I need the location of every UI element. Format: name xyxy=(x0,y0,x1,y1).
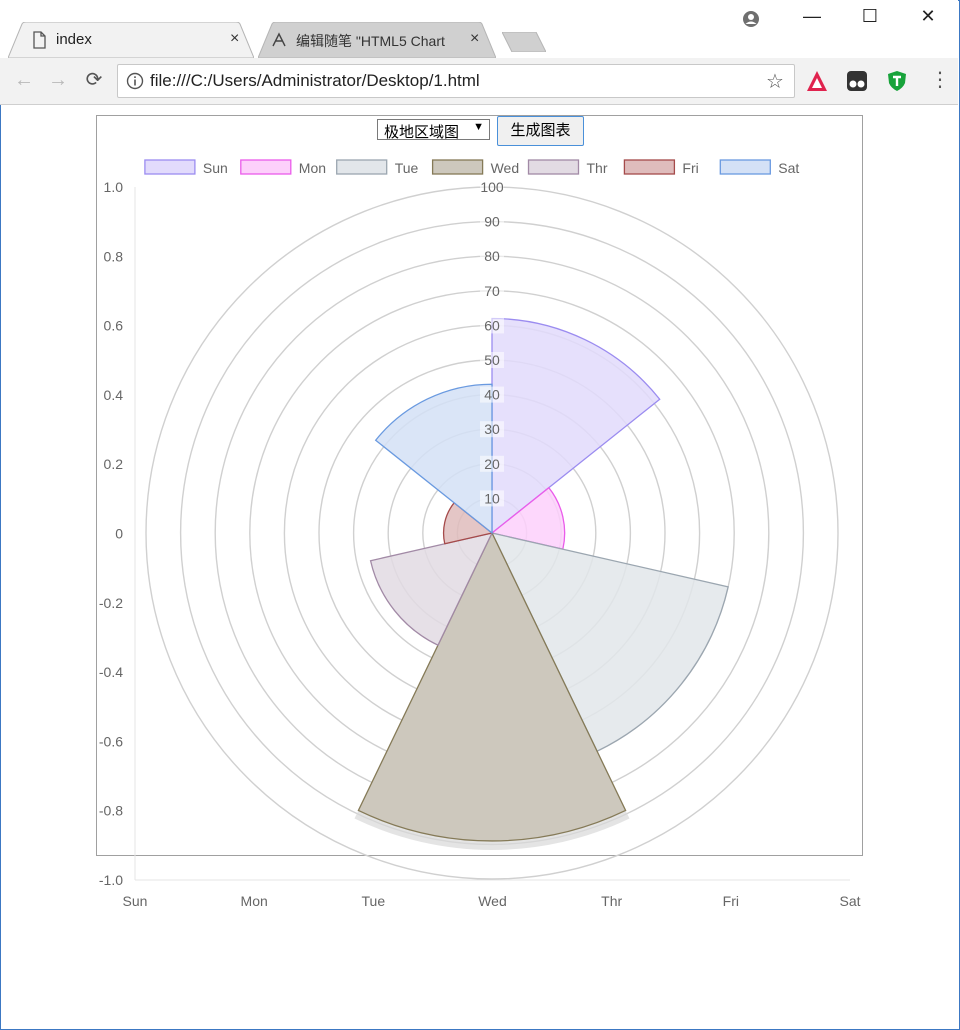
legend-swatch xyxy=(527,159,580,175)
legend-label: Tue xyxy=(395,160,419,176)
radial-tick-label: 30 xyxy=(484,421,500,437)
x-tick-label: Mon xyxy=(241,893,268,909)
radial-tick-label: 90 xyxy=(484,214,500,230)
y-tick-label: -0.2 xyxy=(99,595,123,611)
x-tick-label: Fri xyxy=(723,893,739,909)
y-tick-label: 0.6 xyxy=(104,318,124,334)
polar-area-chart: 1.00.80.60.40.20-0.2-0.4-0.6-0.8-1.0Sun M… xyxy=(99,159,861,909)
y-tick-label: 0.2 xyxy=(104,456,124,472)
y-tick-label: -0.6 xyxy=(99,733,123,749)
radial-tick-label: 10 xyxy=(484,490,500,506)
legend-label: Fri xyxy=(682,160,698,176)
radial-tick-label: 60 xyxy=(484,317,500,333)
segment-sun xyxy=(491,317,661,535)
legend-swatch xyxy=(144,159,196,175)
y-tick-label: -1.0 xyxy=(99,872,123,888)
radial-tick-label: 80 xyxy=(484,248,500,264)
legend-label: Sat xyxy=(778,160,799,176)
x-tick-label: Sat xyxy=(839,893,860,909)
legend-label: Mon xyxy=(299,160,326,176)
radial-tick-label: 20 xyxy=(484,456,500,472)
x-tick-label: Wed xyxy=(478,893,507,909)
y-tick-label: 0.8 xyxy=(104,248,124,264)
y-tick-label: 0 xyxy=(115,526,123,542)
legend-swatch xyxy=(431,159,484,175)
y-tick-label: 1.0 xyxy=(104,179,124,195)
legend-swatch xyxy=(240,159,292,175)
radial-tick-label: 50 xyxy=(484,352,500,368)
legend-label: Sun xyxy=(203,160,228,176)
y-tick-label: 0.4 xyxy=(104,387,124,403)
x-tick-label: Thr xyxy=(601,893,622,909)
legend-swatch xyxy=(719,159,771,175)
radial-tick-label: 70 xyxy=(484,283,500,299)
segment-sat xyxy=(374,383,493,535)
x-tick-label: Tue xyxy=(362,893,386,909)
radial-tick-label: 100 xyxy=(480,179,504,195)
y-tick-label: -0.4 xyxy=(99,664,123,680)
legend-swatch xyxy=(336,159,388,175)
radial-tick-label: 40 xyxy=(484,387,500,403)
legend-label: Thr xyxy=(587,160,608,176)
legend-label: Wed xyxy=(491,160,520,176)
x-tick-label: Sun xyxy=(123,893,148,909)
y-tick-label: -0.8 xyxy=(99,803,123,819)
legend-swatch xyxy=(623,159,676,175)
